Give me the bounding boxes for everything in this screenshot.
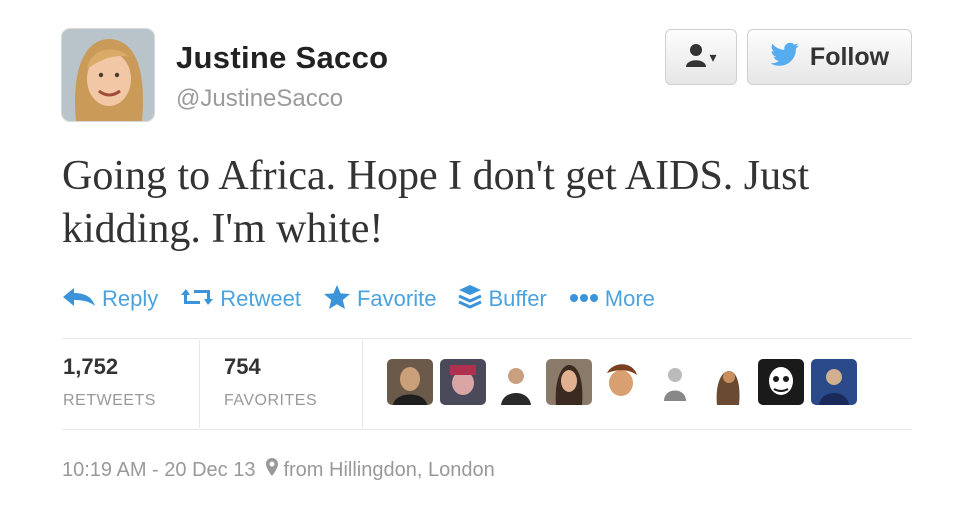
retweets-label: RETWEETS <box>63 392 156 409</box>
tweet-actions: Reply Retweet Favorite Buffer More <box>62 281 677 317</box>
divider <box>62 429 912 430</box>
buffer-label: Buffer <box>488 286 547 311</box>
favorite-action[interactable]: Favorite <box>323 284 436 315</box>
retweet-label: Retweet <box>220 286 301 311</box>
buffer-icon <box>458 284 483 315</box>
favoriter-avatar[interactable] <box>652 359 698 405</box>
divider <box>362 340 363 428</box>
location-pin-icon <box>265 457 279 483</box>
timestamp[interactable]: 10:19 AM - 20 Dec 13 <box>62 459 255 482</box>
user-actions-button[interactable]: ▾ <box>665 29 737 85</box>
favoriter-avatar[interactable] <box>599 359 645 405</box>
user-name[interactable]: Justine Sacco <box>176 40 388 76</box>
follow-label: Follow <box>809 42 890 71</box>
tweet-card: Justine Sacco @JustineSacco ▾ Follow Goi… <box>0 0 980 505</box>
retweet-action[interactable]: Retweet <box>180 286 301 313</box>
favoriter-avatar[interactable] <box>440 359 486 405</box>
more-action[interactable]: More <box>569 286 655 312</box>
favoriter-avatar[interactable] <box>811 359 857 405</box>
reply-label: Reply <box>102 286 159 311</box>
star-icon <box>323 284 351 315</box>
tweet-text: Going to Africa. Hope I don't get AIDS. … <box>62 153 810 252</box>
buffer-action[interactable]: Buffer <box>458 284 547 315</box>
user-handle[interactable]: @JustineSacco <box>176 85 343 113</box>
favoriter-avatar[interactable] <box>546 359 592 405</box>
user-icon <box>685 43 707 72</box>
divider <box>199 340 200 428</box>
retweets-stat[interactable]: 1,752 RETWEETS <box>63 354 156 410</box>
favoriter-avatar[interactable] <box>493 359 539 405</box>
avatar[interactable] <box>62 29 154 121</box>
favoriters-list <box>387 359 864 405</box>
favoriter-avatar[interactable] <box>758 359 804 405</box>
tweet-footer: 10:19 AM - 20 Dec 13 from Hillingdon, Lo… <box>62 457 495 483</box>
favoriter-avatar[interactable] <box>387 359 433 405</box>
chevron-down-icon: ▾ <box>709 48 717 65</box>
favorites-label: FAVORITES <box>224 392 318 409</box>
favorite-label: Favorite <box>356 286 437 311</box>
location-link[interactable]: from Hillingdon, London <box>283 459 494 482</box>
twitter-bird-icon <box>770 42 800 73</box>
favorites-count: 754 <box>224 354 261 379</box>
favorites-stat[interactable]: 754 FAVORITES <box>224 354 317 410</box>
favoriter-avatar[interactable] <box>705 359 751 405</box>
divider <box>62 338 912 339</box>
more-dots-icon <box>569 290 599 308</box>
retweets-count: 1,752 <box>63 354 119 379</box>
retweet-icon <box>180 286 214 313</box>
more-label: More <box>604 286 655 311</box>
reply-icon <box>62 287 96 312</box>
reply-action[interactable]: Reply <box>62 286 158 312</box>
follow-button[interactable]: Follow <box>747 29 912 85</box>
